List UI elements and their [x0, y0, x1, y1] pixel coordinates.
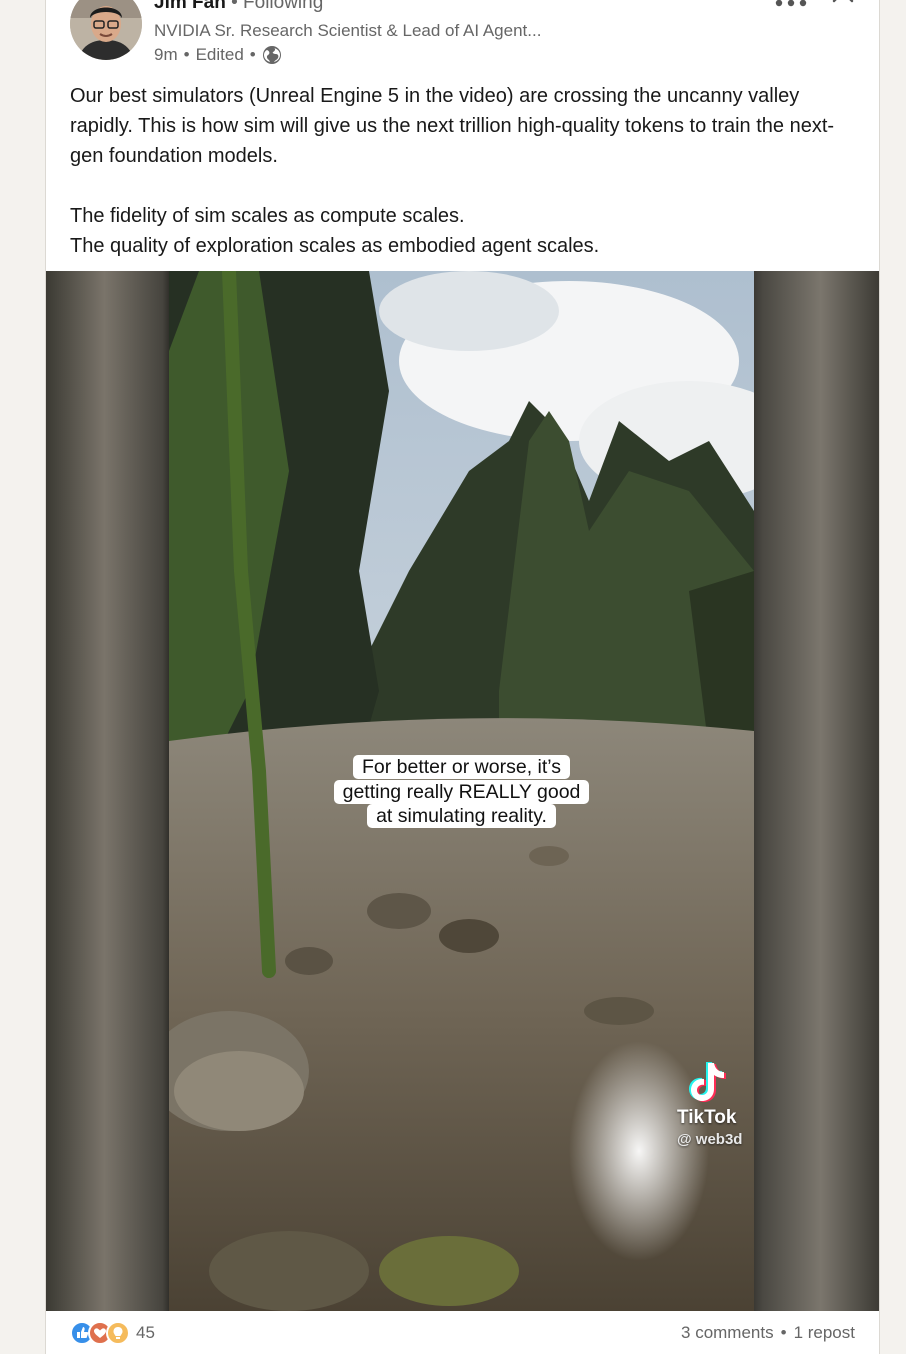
post-paragraph: The quality of exploration scales as emb…: [70, 235, 600, 257]
caption-line: For better or worse, it’s: [352, 755, 571, 779]
separator: •: [225, 0, 244, 13]
author-name[interactable]: Jim Fan: [154, 0, 226, 13]
tiktok-handle: @ web3d: [677, 1131, 743, 1148]
caption-line: at simulating reality.: [367, 804, 556, 828]
post-paragraph: The fidelity of sim scales as compute sc…: [70, 205, 465, 227]
post-time: 9m: [154, 45, 178, 64]
stats-dot: •: [780, 1322, 787, 1342]
post-card: Jim Fan • Following NVIDIA Sr. Research …: [45, 0, 880, 1354]
comments-link[interactable]: 3 comments: [681, 1323, 774, 1343]
ellipsis-icon: [775, 0, 807, 7]
edited-label: Edited: [195, 45, 244, 64]
reactions-summary[interactable]: 45: [70, 1320, 155, 1345]
close-icon: [832, 0, 854, 3]
reaction-count: 45: [136, 1322, 155, 1342]
reposts-link[interactable]: 1 repost: [794, 1323, 855, 1343]
follow-status[interactable]: Following: [243, 0, 323, 13]
post-meta: 9m • Edited •: [154, 45, 282, 65]
globe-icon: [262, 45, 282, 65]
insightful-icon: [106, 1320, 130, 1345]
video-player[interactable]: For better or worse, it’s getting really…: [46, 271, 879, 1311]
post-body: Our best simulators (Unreal Engine 5 in …: [70, 81, 850, 261]
video-frame: For better or worse, it’s getting really…: [169, 271, 754, 1311]
avatar-photo: [70, 0, 142, 60]
engagement-stats: 3 comments • 1 repost: [681, 1323, 855, 1343]
caption-line: getting really REALLY good: [333, 779, 590, 804]
meta-dot: •: [249, 45, 256, 64]
video-caption: For better or worse, it’s getting really…: [169, 755, 754, 829]
social-counts-bar: 45 3 comments • 1 repost: [46, 1311, 879, 1354]
tiktok-icon: [687, 1059, 731, 1105]
meta-dot: •: [183, 45, 190, 64]
author-avatar[interactable]: [70, 0, 142, 60]
post-paragraph: Our best simulators (Unreal Engine 5 in …: [70, 85, 835, 167]
author-headline: NVIDIA Sr. Research Scientist & Lead of …: [154, 21, 542, 40]
close-button[interactable]: [831, 0, 855, 10]
more-options-button[interactable]: [773, 0, 809, 10]
author-line: Jim Fan • Following: [154, 0, 323, 14]
tiktok-name: TikTok: [677, 1107, 737, 1128]
